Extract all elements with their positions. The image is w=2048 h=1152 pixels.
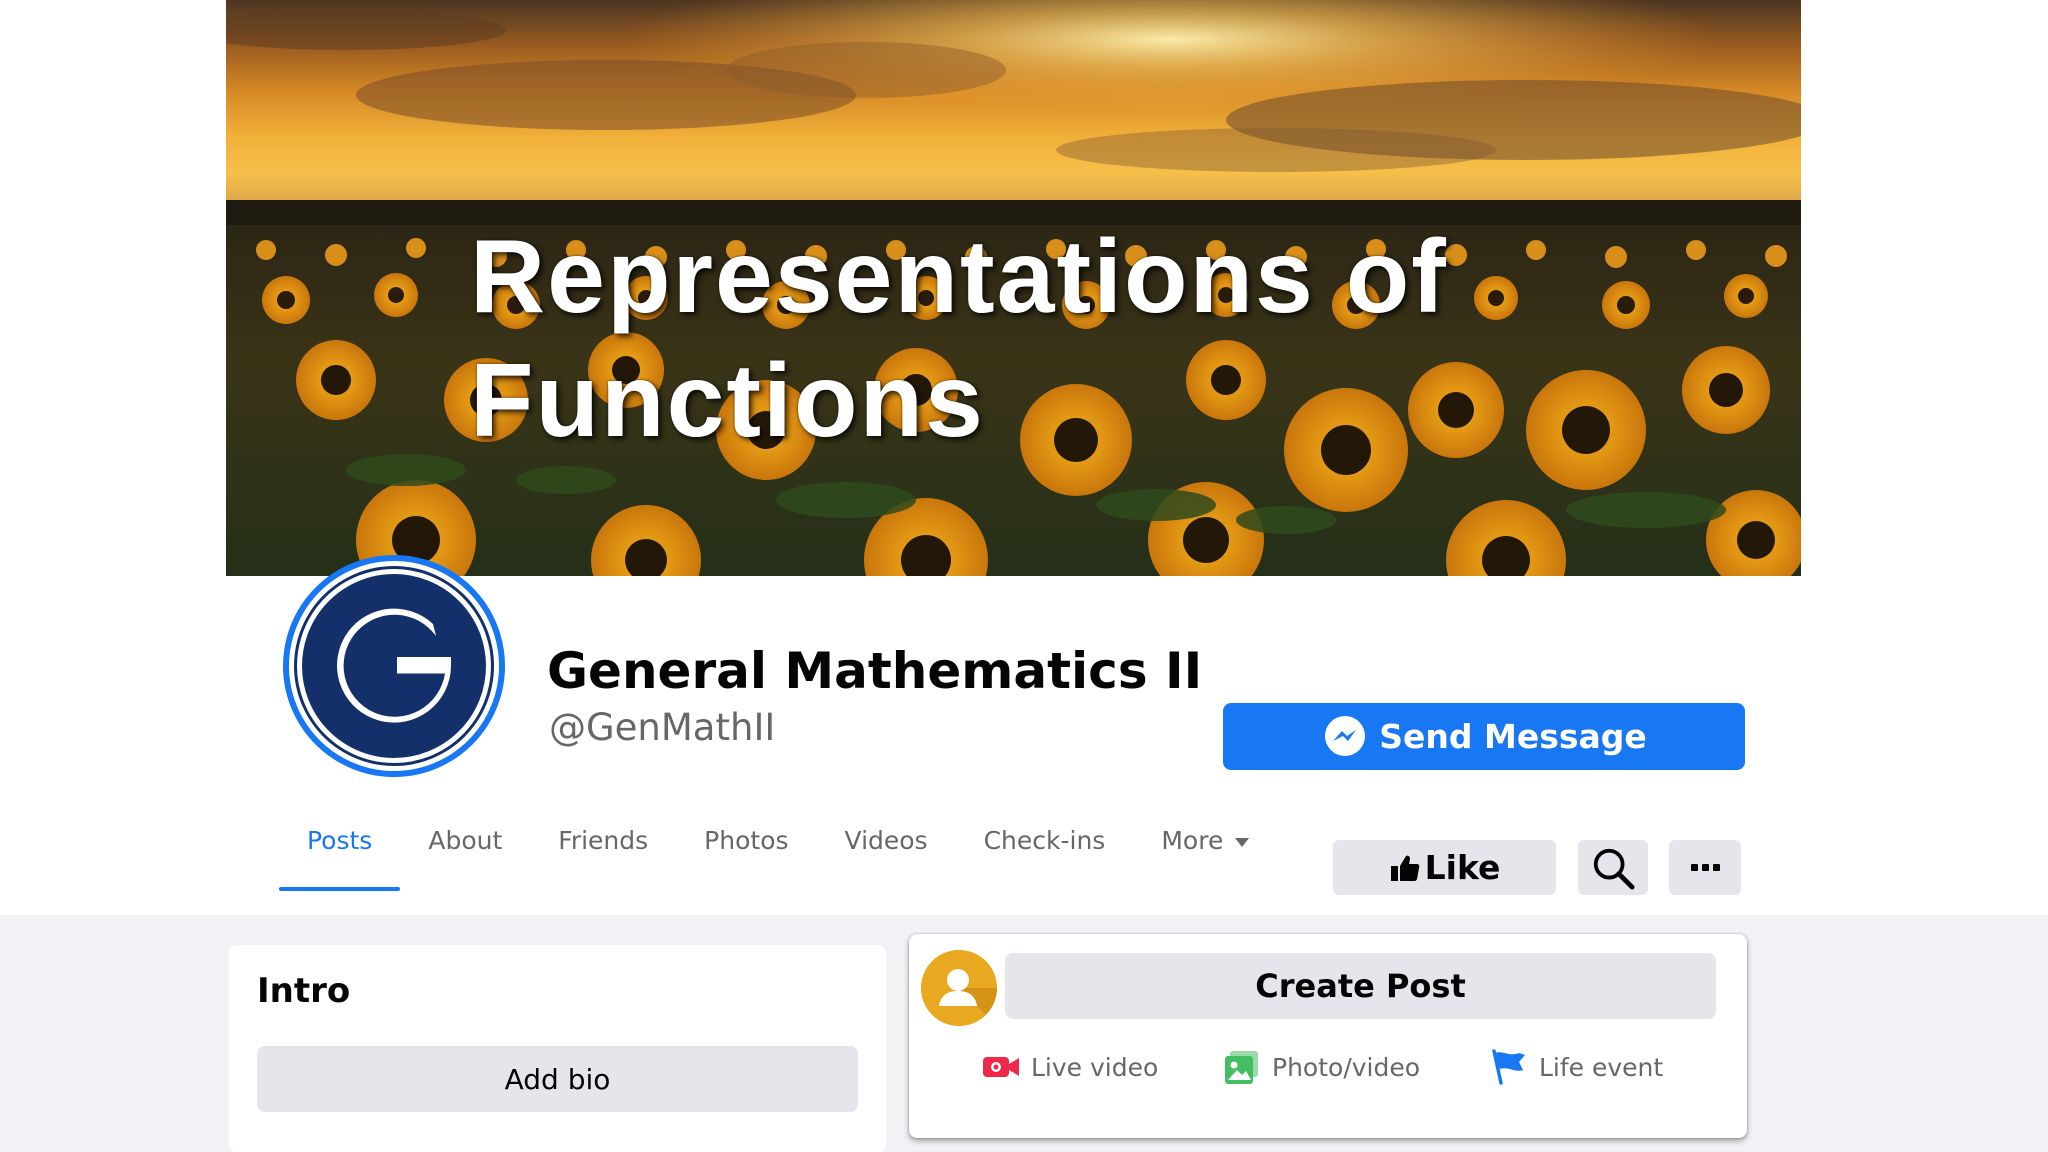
life-event-label: Life event [1539, 1052, 1664, 1082]
tab-label: Check-ins [983, 826, 1106, 855]
more-options-button[interactable] [1669, 840, 1741, 895]
like-button[interactable]: Like [1333, 840, 1556, 895]
tab-label: Friends [558, 826, 649, 855]
create-post-card: Create Post Live video Photo/video Life … [909, 934, 1747, 1138]
chevron-down-icon [1235, 837, 1250, 847]
more-icon [1690, 864, 1698, 871]
tab-label: Photos [704, 826, 789, 855]
flag-icon [1492, 1049, 1525, 1085]
send-message-button[interactable]: Send Message [1223, 703, 1745, 770]
live-video-icon [983, 1057, 1019, 1077]
search-button[interactable] [1578, 840, 1648, 895]
more-icon [1712, 864, 1720, 871]
user-silhouette-icon [921, 950, 997, 1026]
tab-friends[interactable]: Friends [530, 810, 676, 891]
thumbs-up-icon [1390, 855, 1420, 881]
messenger-icon [1325, 715, 1366, 756]
search-icon [1593, 848, 1635, 890]
tab-label: Posts [307, 826, 373, 855]
tab-label: About [428, 826, 503, 855]
page-avatar-logo [297, 569, 491, 763]
photo-video-button[interactable]: Photo/video [1222, 1037, 1420, 1097]
photo-icon [1225, 1051, 1258, 1084]
cover-title: Representations of Functions [470, 215, 1570, 463]
tab-about[interactable]: About [400, 810, 530, 891]
tab-label: More [1161, 826, 1224, 855]
page-handle: @GenMathII [549, 706, 776, 749]
photo-video-label: Photo/video [1272, 1052, 1421, 1082]
intro-card: Intro Add bio [229, 945, 886, 1152]
page-name: General Mathematics II [547, 642, 1203, 700]
live-video-button[interactable]: Live video [981, 1037, 1158, 1097]
profile-header: General Mathematics II @GenMathII Send M… [226, 555, 1801, 915]
post-actions: Live video Photo/video Life event [909, 1037, 1747, 1097]
live-video-label: Live video [1031, 1052, 1159, 1082]
more-icon [1701, 864, 1709, 871]
tab-photos[interactable]: Photos [676, 810, 816, 891]
intro-title: Intro [257, 971, 351, 1011]
tab-check-ins[interactable]: Check-ins [956, 810, 1134, 891]
send-message-label: Send Message [1379, 717, 1647, 756]
tab-more[interactable]: More [1133, 810, 1277, 891]
g-logo-icon [337, 608, 451, 723]
create-post-button[interactable]: Create Post [1005, 953, 1716, 1019]
like-label: Like [1424, 848, 1501, 887]
tab-posts[interactable]: Posts [279, 810, 401, 891]
tab-videos[interactable]: Videos [817, 810, 956, 891]
page-avatar[interactable] [283, 555, 505, 777]
cover-title-line-2: Functions [470, 343, 985, 459]
user-avatar[interactable] [921, 950, 997, 1026]
cover-photo: Representations of Functions [226, 0, 1801, 576]
life-event-button[interactable]: Life event [1489, 1037, 1663, 1097]
cover-title-line-1: Representations of [470, 219, 1448, 335]
profile-tabs: Posts About Friends Photos Videos Check-… [279, 810, 1277, 891]
tab-label: Videos [844, 826, 928, 855]
add-bio-button[interactable]: Add bio [257, 1046, 858, 1112]
